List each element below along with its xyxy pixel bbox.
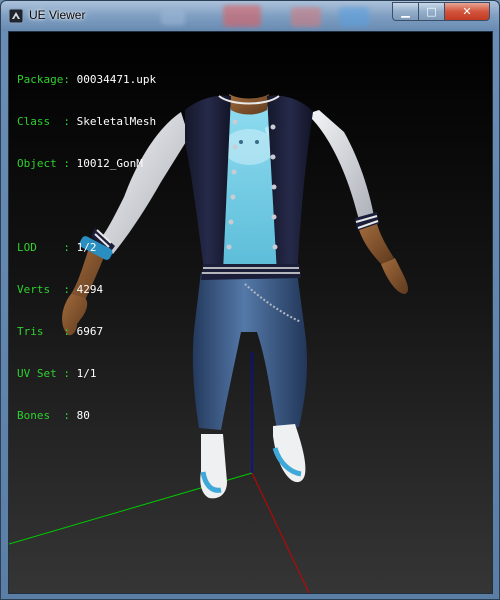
info-row-bones: Bones : 80 bbox=[17, 409, 156, 423]
mesh-info-panel: Package: 00034471.upk Class : SkeletalMe… bbox=[17, 45, 156, 451]
info-label-lod: LOD : bbox=[17, 241, 70, 254]
info-row-verts: Verts : 4294 bbox=[17, 283, 156, 297]
info-label-bones: Bones : bbox=[17, 409, 70, 422]
maximize-icon: □ bbox=[426, 5, 437, 18]
info-label-class: Class : bbox=[17, 115, 70, 128]
info-label-object: Object : bbox=[17, 157, 70, 170]
info-value-verts: 4294 bbox=[76, 283, 104, 296]
info-row-package: Package: 00034471.upk bbox=[17, 73, 156, 87]
info-value-class: SkeletalMesh bbox=[76, 115, 157, 128]
info-value-uvset: 1/1 bbox=[76, 367, 97, 380]
info-row-lod: LOD : 1/2 bbox=[17, 241, 156, 255]
title-bar[interactable]: UE Viewer ▁ □ ✕ bbox=[1, 1, 499, 31]
info-label-tris: Tris : bbox=[17, 325, 70, 338]
minimize-button[interactable]: ▁ bbox=[392, 2, 419, 21]
info-row-class: Class : SkeletalMesh bbox=[17, 115, 156, 129]
background-blur-decoration bbox=[161, 9, 185, 25]
ue-viewer-app-icon bbox=[8, 8, 24, 24]
info-label-uvset: UV Set : bbox=[17, 367, 70, 380]
close-icon: ✕ bbox=[462, 5, 472, 18]
background-blur-decoration bbox=[223, 5, 261, 27]
app-window: UE Viewer ▁ □ ✕ Package: 00034471.upk Cl… bbox=[0, 0, 500, 600]
info-label-verts: Verts : bbox=[17, 283, 70, 296]
info-row-tris: Tris : 6967 bbox=[17, 325, 156, 339]
info-spacer bbox=[17, 199, 156, 213]
info-row-uvset: UV Set : 1/1 bbox=[17, 367, 156, 381]
maximize-button[interactable]: □ bbox=[418, 2, 445, 21]
info-label-package: Package: bbox=[17, 73, 70, 86]
window-title: UE Viewer bbox=[29, 8, 86, 22]
info-value-package: 00034471.upk bbox=[76, 73, 157, 86]
x-axis-line bbox=[251, 472, 310, 593]
info-value-bones: 80 bbox=[76, 409, 90, 422]
background-blur-decoration bbox=[339, 7, 369, 27]
info-value-tris: 6967 bbox=[76, 325, 104, 338]
background-blur-decoration bbox=[291, 7, 321, 27]
3d-viewport[interactable]: Package: 00034471.upk Class : SkeletalMe… bbox=[8, 31, 493, 594]
info-value-object: 10012_GonM bbox=[76, 157, 143, 170]
info-value-lod: 1/2 bbox=[76, 241, 97, 254]
close-button[interactable]: ✕ bbox=[444, 2, 490, 21]
minimize-icon: ▁ bbox=[401, 5, 410, 18]
info-row-object: Object : 10012_GonM bbox=[17, 157, 156, 171]
